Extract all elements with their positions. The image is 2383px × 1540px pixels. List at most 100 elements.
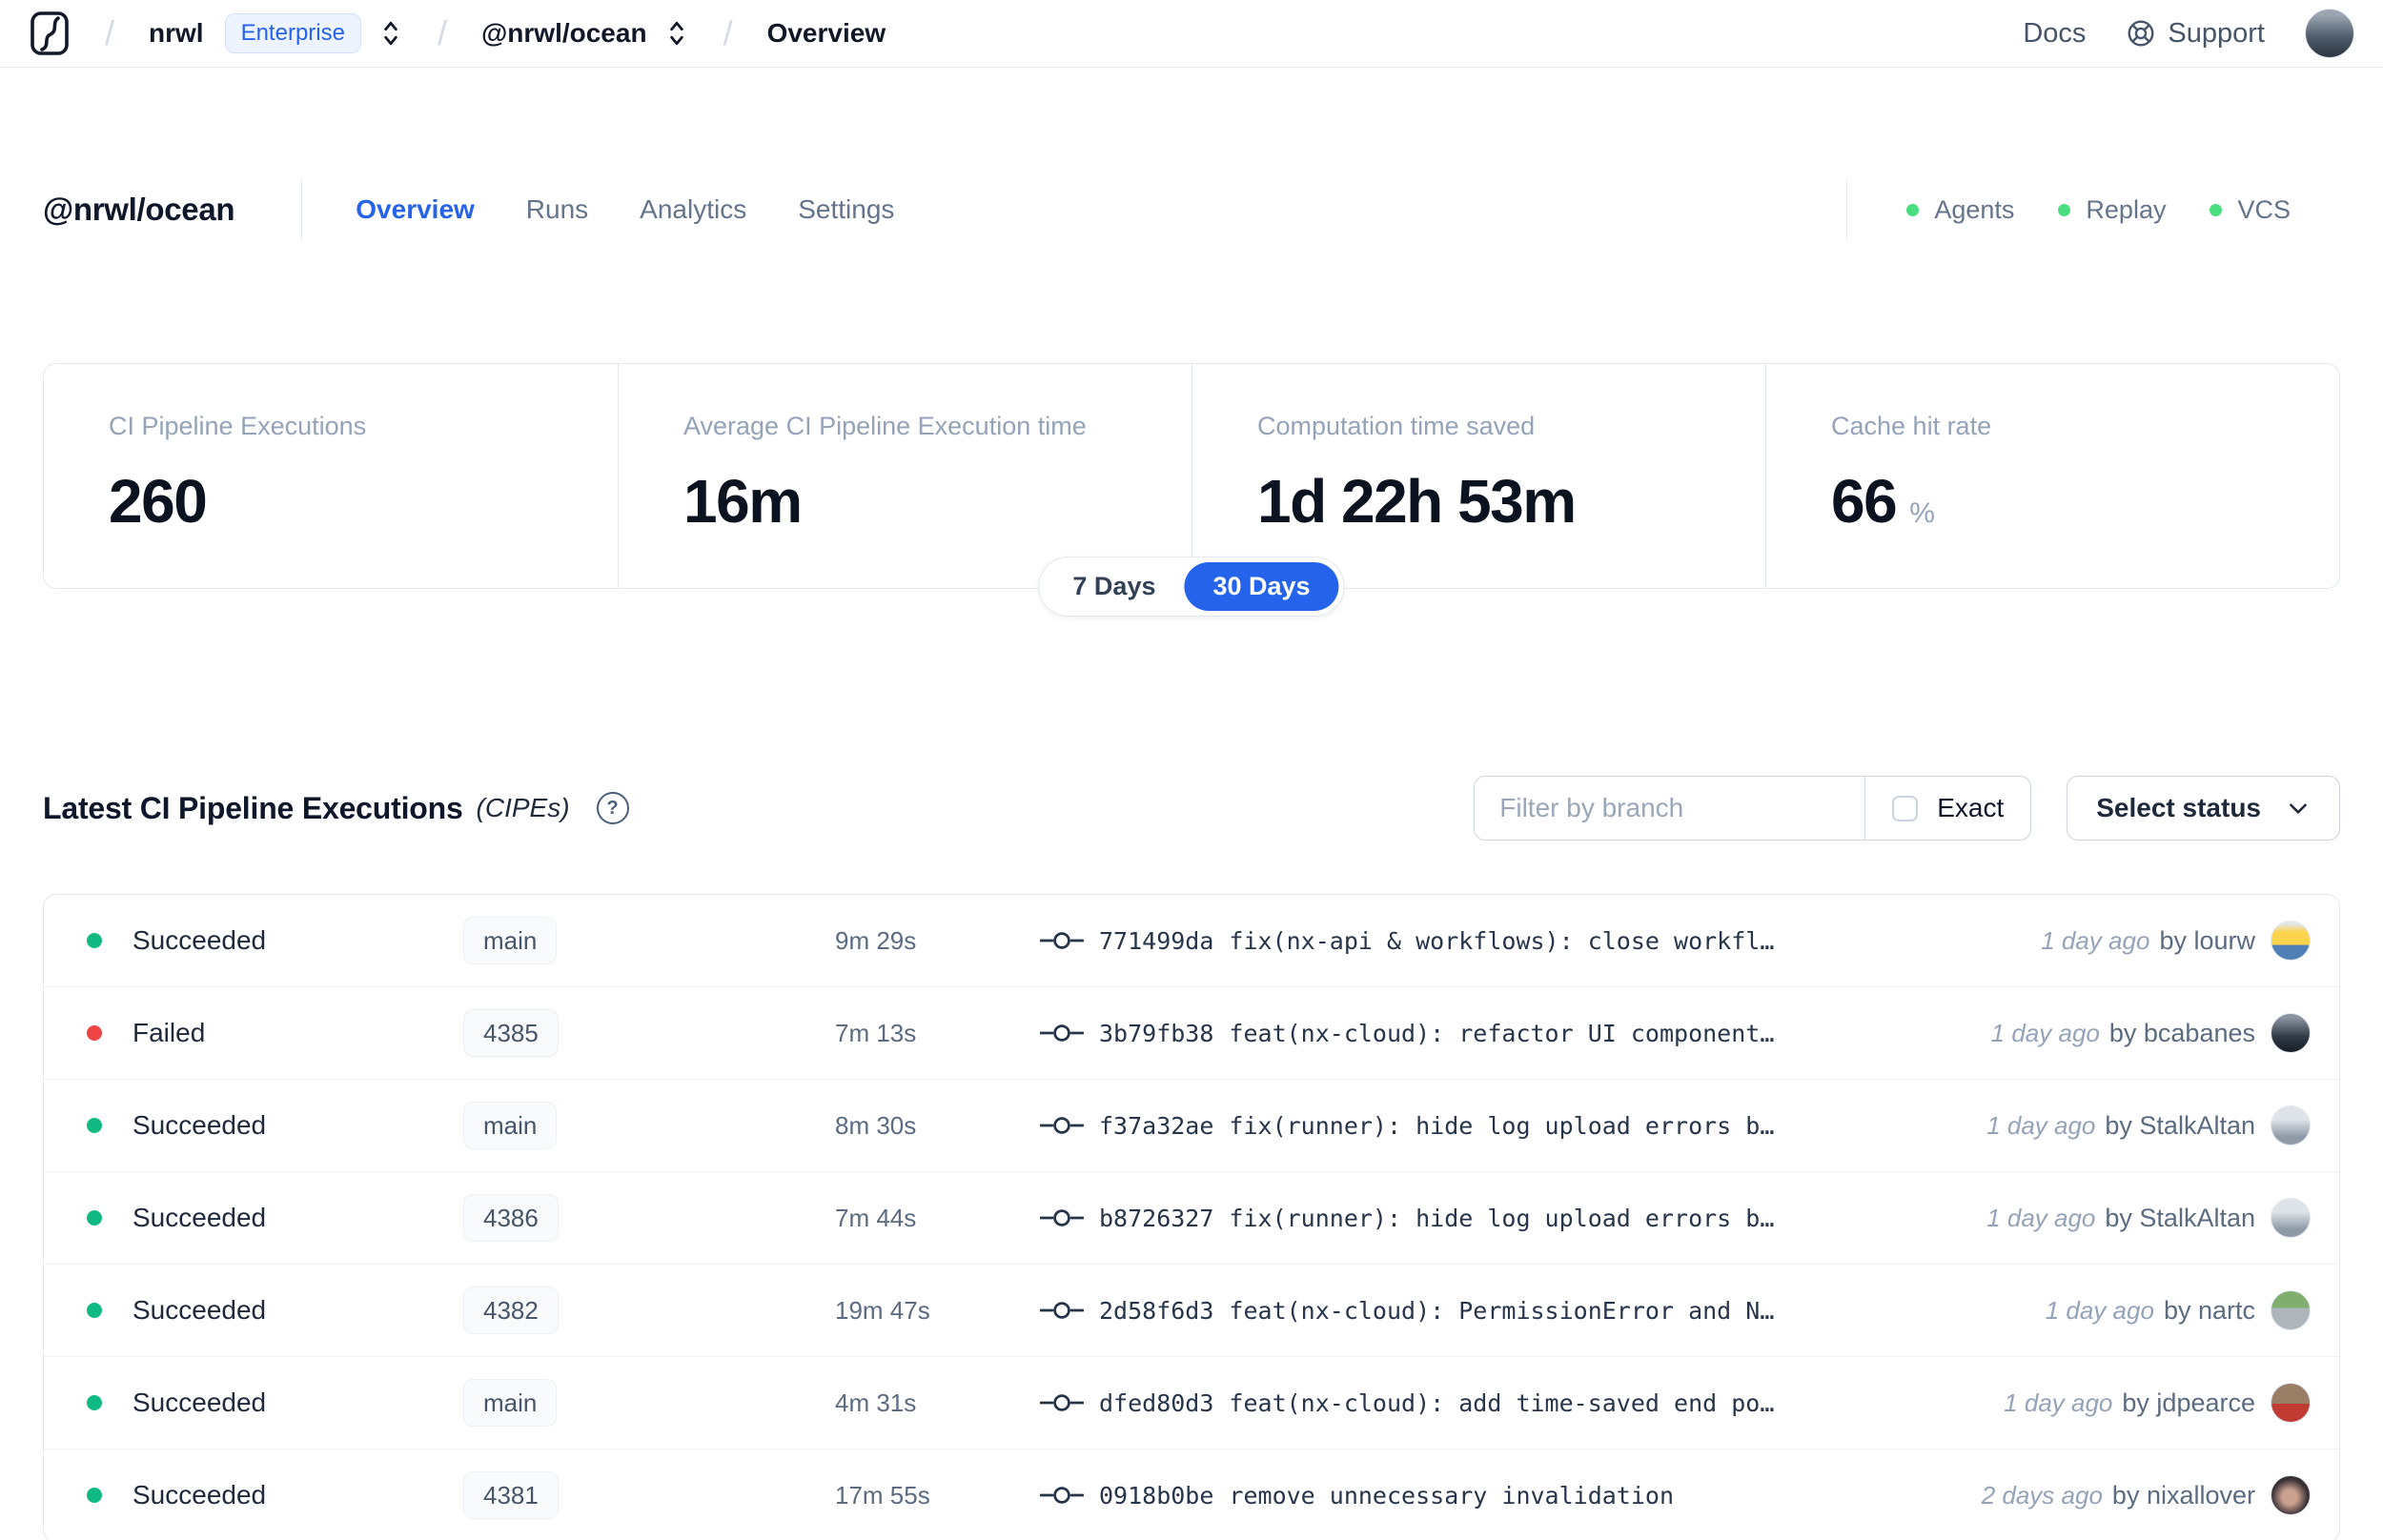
breadcrumb-page: Overview (766, 18, 886, 48)
feature-status-group: Agents Replay VCS (1846, 179, 2340, 240)
table-filters: Exact Select status (1474, 776, 2340, 841)
status-label: Succeeded (132, 1203, 267, 1232)
duration: 4m 31s (835, 1388, 917, 1417)
green-dot-icon (2210, 203, 2223, 216)
branch-chip: main (463, 1378, 558, 1428)
docs-label: Docs (2023, 17, 2087, 49)
stat-label: CI Pipeline Executions (109, 412, 367, 440)
commit-message: feat(nx-cloud): refactor UI component… (1229, 1019, 1775, 1047)
org-switcher-button[interactable] (378, 19, 403, 48)
git-commit-icon (1040, 1024, 1084, 1042)
status-dot (87, 933, 102, 948)
status-label: VCS (2237, 194, 2291, 224)
time-ago: 1 day ago (2004, 1388, 2113, 1417)
commit-message: feat(nx-cloud): PermissionError and N… (1229, 1296, 1775, 1325)
branch-filter-input[interactable] (1475, 777, 1865, 840)
author: by bcabanes (2108, 1018, 2255, 1047)
breadcrumb-separator: / (437, 13, 447, 52)
exact-label[interactable]: Exact (1937, 793, 2004, 823)
git-commit-icon (1040, 1487, 1084, 1504)
breadcrumb-workspace[interactable]: @nrwl/ocean (481, 18, 647, 49)
author: by jdpearce (2122, 1388, 2255, 1417)
tab-runs[interactable]: Runs (526, 194, 588, 225)
breadcrumb-org[interactable]: nrwl (149, 18, 204, 49)
status-dot (87, 1118, 102, 1133)
stat-computation-time-saved: Computation time saved 1d 22h 53m (1192, 364, 1765, 588)
branch-chip: 4382 (463, 1286, 559, 1335)
commit-message: fix(runner): hide log upload errors b… (1229, 1204, 1775, 1232)
tab-settings[interactable]: Settings (798, 194, 894, 225)
status-dot (87, 1210, 102, 1226)
nx-cloud-logo-icon (31, 11, 69, 55)
status-label: Succeeded (132, 1388, 267, 1417)
branch-chip: 4381 (463, 1470, 559, 1520)
duration: 7m 44s (835, 1203, 917, 1232)
select-status-dropdown[interactable]: Select status (2067, 776, 2340, 841)
stat-label: Cache hit rate (1831, 412, 1992, 440)
author: by lourw (2159, 925, 2255, 955)
git-commit-icon (1040, 1209, 1084, 1226)
select-status-label: Select status (2096, 793, 2261, 822)
range-7-days-button[interactable]: 7 Days (1044, 562, 1184, 611)
branch-chip: main (463, 916, 558, 965)
commit-hash: 2d58f6d3 (1099, 1296, 1214, 1325)
workspace-switcher-button[interactable] (664, 19, 689, 48)
status-dot (87, 1395, 102, 1410)
table-row[interactable]: Succeeded main 4m 31s dfed80d3 feat(nx-c… (44, 1357, 2339, 1449)
green-dot-icon (1906, 203, 1920, 216)
status-label: Replay (2086, 194, 2167, 224)
commit-hash: 771499da (1099, 926, 1214, 955)
status-agents[interactable]: Agents (1906, 195, 2014, 225)
table-row[interactable]: Succeeded 4386 7m 44s b8726327 fix(runne… (44, 1172, 2339, 1265)
range-30-days-button[interactable]: 30 Days (1184, 562, 1339, 611)
commit-message: feat(nx-cloud): add time-saved end po… (1229, 1388, 1775, 1417)
life-buoy-icon (2128, 20, 2154, 47)
breadcrumb-separator: / (723, 13, 733, 52)
support-link[interactable]: Support (2126, 18, 2265, 50)
stat-ci-pipeline-executions: CI Pipeline Executions 260 (44, 364, 618, 588)
stat-label: Average CI Pipeline Execution time (683, 412, 1087, 440)
status-label: Failed (132, 1018, 206, 1047)
status-vcs[interactable]: VCS (2210, 195, 2291, 225)
status-label: Succeeded (132, 1480, 267, 1510)
divider (301, 179, 303, 240)
chevron-up-down-icon (669, 21, 683, 46)
cipe-table: Succeeded main 9m 29s 771499da fix(nx-ap… (43, 894, 2340, 1540)
table-row[interactable]: Failed 4385 7m 13s 3b79fb38 feat(nx-clou… (44, 987, 2339, 1080)
status-label: Succeeded (132, 1295, 267, 1325)
author-avatar (2271, 1475, 2311, 1515)
docs-link[interactable]: Docs (2023, 18, 2086, 50)
status-replay[interactable]: Replay (2058, 195, 2166, 225)
help-icon[interactable]: ? (596, 792, 629, 824)
author: by nixallover (2111, 1480, 2255, 1510)
stat-label: Computation time saved (1257, 412, 1536, 440)
table-row[interactable]: Succeeded 4381 17m 55s 0918b0be remove u… (44, 1449, 2339, 1540)
nx-cloud-logo[interactable] (29, 10, 71, 56)
branch-filter-group: Exact (1474, 776, 2032, 841)
time-ago: 1 day ago (2045, 1295, 2154, 1325)
table-row[interactable]: Succeeded 4382 19m 47s 2d58f6d3 feat(nx-… (44, 1265, 2339, 1357)
status-label: Succeeded (132, 925, 267, 955)
status-label: Agents (1934, 194, 2015, 224)
commit-hash: f37a32ae (1099, 1111, 1214, 1140)
page-title: @nrwl/ocean (43, 192, 235, 227)
tab-overview[interactable]: Overview (356, 194, 475, 225)
table-row[interactable]: Succeeded main 8m 30s f37a32ae fix(runne… (44, 1080, 2339, 1172)
user-avatar[interactable] (2305, 9, 2354, 58)
table-row[interactable]: Succeeded main 9m 29s 771499da fix(nx-ap… (44, 895, 2339, 987)
workspace-tabs: Overview Runs Analytics Settings (356, 194, 894, 225)
commit-message: fix(runner): hide log upload errors b… (1229, 1111, 1775, 1140)
breadcrumb-separator: / (105, 13, 115, 52)
duration: 7m 13s (835, 1018, 917, 1047)
git-commit-icon (1040, 1394, 1084, 1411)
exact-match-option: Exact (1865, 777, 2030, 840)
chevron-up-down-icon (384, 21, 397, 46)
author-avatar (2271, 1105, 2311, 1145)
exact-checkbox[interactable] (1892, 795, 1919, 821)
author-avatar (2271, 1198, 2311, 1238)
tab-analytics[interactable]: Analytics (640, 194, 746, 225)
stats-card-row: CI Pipeline Executions 260 Average CI Pi… (43, 363, 2340, 617)
status-dot (87, 1025, 102, 1041)
commit-hash: dfed80d3 (1099, 1388, 1214, 1417)
author-avatar (2271, 1290, 2311, 1330)
